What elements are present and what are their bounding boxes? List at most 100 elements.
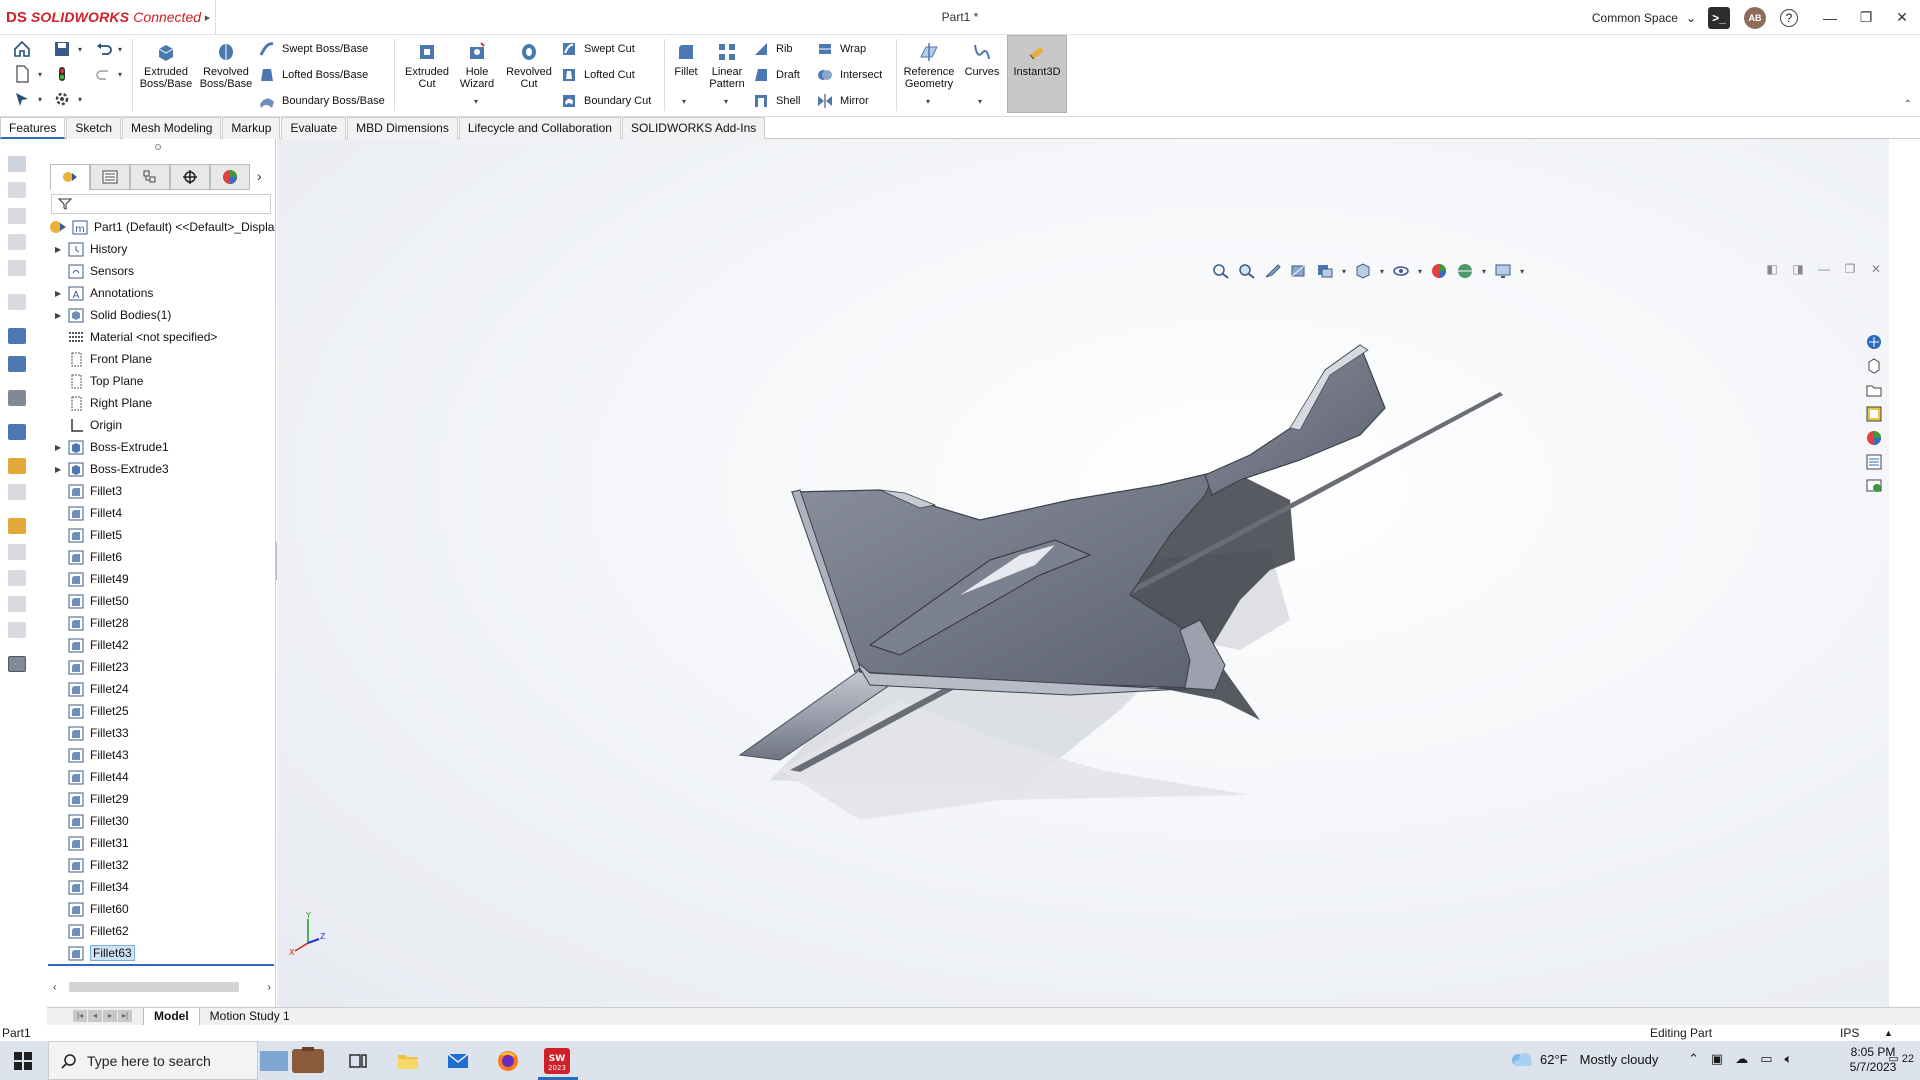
instant3d-toggle[interactable]: Instant3D xyxy=(1008,41,1066,78)
tab-sketch[interactable]: Sketch xyxy=(66,117,122,139)
tree-item-fillet3[interactable]: Fillet3 xyxy=(47,480,276,502)
select-dropdown-icon[interactable]: ▾ xyxy=(38,95,42,104)
meet-now-icon[interactable]: ▣ xyxy=(1711,1051,1723,1067)
tree-item-origin[interactable]: Origin xyxy=(47,414,276,436)
mirror-button[interactable]: Mirror xyxy=(816,92,869,110)
expand-arrow-icon[interactable]: ▶ xyxy=(47,465,67,474)
show-hidden-icons-icon[interactable]: ⌃ xyxy=(1688,1051,1699,1067)
intersect-button[interactable]: Intersect xyxy=(816,66,882,84)
revolved-cut-button[interactable]: Revolved Cut xyxy=(502,41,556,90)
tree-item-fillet33[interactable]: Fillet33 xyxy=(47,722,276,744)
tab-mesh-modeling[interactable]: Mesh Modeling xyxy=(122,117,222,139)
hole-wizard-dropdown-icon[interactable]: ▾ xyxy=(474,97,478,106)
file-explorer-taskbar-icon[interactable] xyxy=(396,1049,420,1073)
home-icon[interactable] xyxy=(12,39,32,59)
scroll-thumb[interactable] xyxy=(69,982,239,992)
solidworks-forum-icon[interactable] xyxy=(1865,477,1883,495)
tree-item-front-plane[interactable]: Front Plane xyxy=(47,348,276,370)
quick-snaps-icon[interactable] xyxy=(8,484,26,500)
instant3d-strip-icon[interactable] xyxy=(8,656,26,672)
tree-item-fillet30[interactable]: Fillet30 xyxy=(47,810,276,832)
curves-dropdown-icon[interactable]: ▾ xyxy=(978,97,982,106)
custom-properties-icon[interactable] xyxy=(1865,453,1883,471)
undo-dropdown-icon[interactable]: ▾ xyxy=(118,45,122,54)
fillet-dropdown-icon[interactable]: ▾ xyxy=(682,97,686,106)
tree-item-fillet43[interactable]: Fillet43 xyxy=(47,744,276,766)
last-tab-icon[interactable]: ▸| xyxy=(118,1009,132,1022)
tree-item-fillet32[interactable]: Fillet32 xyxy=(47,854,276,876)
boundary-cut-button[interactable]: Boundary Cut xyxy=(560,92,651,110)
repair-sketch-icon[interactable] xyxy=(8,458,26,474)
swept-boss-button[interactable]: Swept Boss/Base xyxy=(258,40,368,58)
tree-item-right-plane[interactable]: Right Plane xyxy=(47,392,276,414)
view-palette-icon[interactable] xyxy=(1865,405,1883,423)
swept-cut-button[interactable]: Swept Cut xyxy=(560,40,635,58)
tree-item-fillet29[interactable]: Fillet29 xyxy=(47,788,276,810)
curves-button[interactable]: Curves xyxy=(962,41,1002,78)
solidworks-resources-icon[interactable] xyxy=(1865,333,1883,351)
tree-item-fillet62[interactable]: Fillet62 xyxy=(47,920,276,942)
new-document-icon[interactable] xyxy=(12,64,32,84)
rib-button[interactable]: Rib xyxy=(752,40,793,58)
tree-item-fillet5[interactable]: Fillet5 xyxy=(47,524,276,546)
expand-arrow-icon[interactable]: ▶ xyxy=(47,443,67,452)
tree-item-history[interactable]: ▶ History xyxy=(47,238,276,260)
tree-item-fillet23[interactable]: Fillet23 xyxy=(47,656,276,678)
redo-dropdown-icon[interactable]: ▾ xyxy=(118,70,122,79)
display-relations-icon[interactable] xyxy=(8,424,26,440)
tree-item-fillet31[interactable]: Fillet31 xyxy=(47,832,276,854)
trim-icon[interactable] xyxy=(8,260,26,276)
tab-features[interactable]: Features xyxy=(0,117,66,139)
options-dropdown-icon[interactable]: ▾ xyxy=(78,95,82,104)
tree-root-part[interactable]: m Part1 (Default) <<Default>_Displa xyxy=(47,216,276,238)
tab-addins[interactable]: SOLIDWORKS Add-Ins xyxy=(621,117,766,139)
linear-pattern-button[interactable]: Linear Pattern xyxy=(704,41,750,90)
relations-icon[interactable] xyxy=(8,208,26,224)
avatar[interactable]: AB xyxy=(1744,6,1766,29)
scroll-right-icon[interactable]: › xyxy=(268,982,271,993)
design-library-icon[interactable] xyxy=(1865,357,1883,375)
windows-start-button[interactable] xyxy=(0,1041,46,1080)
chevron-right-icon[interactable]: › xyxy=(257,168,262,184)
menu-expand-arrow-icon[interactable]: ▸ xyxy=(200,0,216,35)
lofted-cut-button[interactable]: Lofted Cut xyxy=(560,66,635,84)
tree-item-fillet25[interactable]: Fillet25 xyxy=(47,700,276,722)
appearances-scenes-icon[interactable] xyxy=(1865,429,1883,447)
tree-item-boss-extrude1[interactable]: ▶ Boss-Extrude1 xyxy=(47,436,276,458)
tab-mbd-dimensions[interactable]: MBD Dimensions xyxy=(347,117,458,139)
shaded-sketch-icon[interactable] xyxy=(8,570,26,586)
panel-splitter-handle[interactable] xyxy=(155,144,161,150)
rollback-bar[interactable] xyxy=(48,964,274,966)
tree-horizontal-scrollbar[interactable]: ‹ › xyxy=(51,980,273,994)
tree-item-material-not-specified[interactable]: Material <not specified> xyxy=(47,326,276,348)
expand-arrow-icon[interactable]: ▶ xyxy=(47,245,67,254)
tree-item-sensors[interactable]: Sensors xyxy=(47,260,276,282)
onedrive-icon[interactable]: ☁ xyxy=(1735,1051,1748,1067)
expand-arrow-icon[interactable]: ▶ xyxy=(47,311,67,320)
draft-button[interactable]: Draft xyxy=(752,66,800,84)
linear-pattern-dropdown-icon[interactable]: ▾ xyxy=(724,97,728,106)
tree-item-fillet34[interactable]: Fillet34 xyxy=(47,876,276,898)
save-icon[interactable] xyxy=(52,39,72,59)
tree-item-fillet50[interactable]: Fillet50 xyxy=(47,590,276,612)
fillet-button[interactable]: Fillet xyxy=(668,41,704,78)
firefox-icon[interactable] xyxy=(496,1049,520,1073)
boundary-boss-button[interactable]: Boundary Boss/Base xyxy=(258,92,385,110)
tab-lifecycle[interactable]: Lifecycle and Collaboration xyxy=(458,117,621,139)
tree-item-annotations[interactable]: ▶ A Annotations xyxy=(47,282,276,304)
tree-item-solid-bodies-1[interactable]: ▶ Solid Bodies(1) xyxy=(47,304,276,326)
prev-tab-icon[interactable]: ◂ xyxy=(88,1009,102,1022)
tab-evaluate[interactable]: Evaluate xyxy=(281,117,347,139)
extruded-cut-button[interactable]: Extruded Cut xyxy=(400,41,454,90)
chevron-down-icon[interactable]: ⌄ xyxy=(1686,11,1696,25)
dimxpert-manager-tab[interactable] xyxy=(170,164,210,190)
first-tab-icon[interactable]: |◂ xyxy=(73,1009,87,1022)
tree-item-fillet63[interactable]: Fillet63 xyxy=(47,942,276,964)
volume-icon[interactable]: 🔈︎ xyxy=(1785,1051,1793,1067)
minimize-button[interactable]: — xyxy=(1812,0,1848,35)
tree-item-top-plane[interactable]: Top Plane xyxy=(47,370,276,392)
wrap-button[interactable]: Wrap xyxy=(816,40,866,58)
redo-icon[interactable] xyxy=(94,64,114,84)
feature-manager-tab[interactable] xyxy=(50,164,90,190)
tree-item-fillet44[interactable]: Fillet44 xyxy=(47,766,276,788)
